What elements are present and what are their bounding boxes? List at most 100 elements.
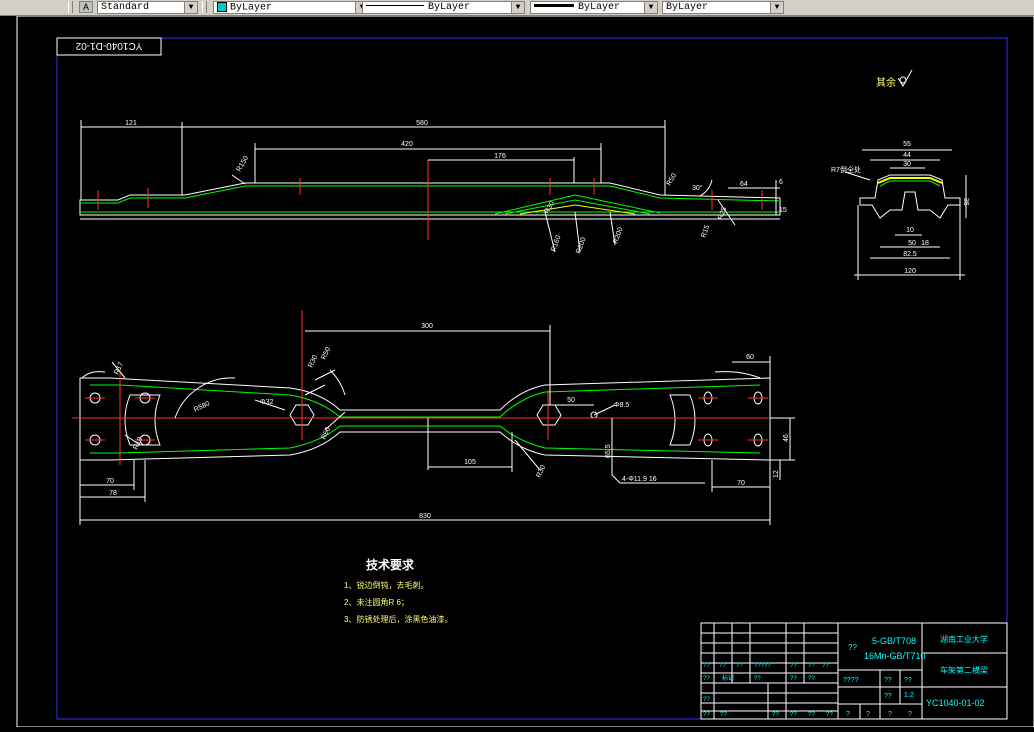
tb-cell: ?? — [826, 712, 833, 718]
dim-label: R30 — [307, 354, 319, 369]
dim-label: R150 — [236, 155, 250, 173]
tb-cell: ?? — [720, 712, 727, 718]
dim-label: 580 — [416, 120, 428, 127]
tech-req-item: 3、防锈处理后，涂黑色油漆。 — [344, 614, 452, 624]
tb-cell: ????? — [754, 663, 771, 669]
tb-cell: ?? — [772, 712, 779, 718]
lineweight-value: ByLayer — [578, 1, 621, 13]
layer-color-group: ByLayer ▼ — [200, 0, 369, 14]
tb-cell: ?? — [754, 676, 761, 682]
lineweight-combo[interactable]: ByLayer ▼ — [530, 0, 658, 14]
dim-label: 50 — [567, 397, 575, 404]
material-label: ?? — [848, 643, 857, 652]
tb-cell: ?? — [822, 663, 829, 669]
dim-label: 35 — [962, 198, 969, 206]
linetype-combo[interactable]: ByLayer ▼ — [362, 0, 525, 14]
dim-label: R17 — [113, 361, 125, 376]
tech-req-title: 技术要求 — [366, 557, 415, 572]
drawing-code-top: YC1040-D1-02 — [75, 40, 142, 51]
dim-label: 70 — [106, 478, 114, 485]
dim-label: 420 — [401, 141, 413, 148]
dim-label: 50 — [908, 240, 916, 247]
chevron-down-icon[interactable]: ▼ — [770, 1, 783, 13]
tb-cell: ???? — [843, 677, 859, 684]
dim-label: 44 — [903, 152, 911, 159]
inner-border — [56, 37, 1008, 720]
roughness-note: 其余 — [876, 76, 896, 89]
tb-cell: ?? — [703, 676, 710, 682]
dim-label: 830 — [419, 513, 431, 520]
tb-cell: ? — [866, 711, 870, 718]
dim-label: R7倒全处 — [831, 165, 861, 174]
toolbar-grip[interactable] — [202, 1, 207, 13]
dim-label: R60 — [320, 426, 332, 441]
dim-label: 176 — [494, 153, 506, 160]
color-value: ByLayer — [230, 2, 273, 14]
chevron-down-icon[interactable]: ▼ — [644, 1, 657, 13]
tb-cell: ?? — [703, 712, 710, 718]
tb-cell: ? — [908, 711, 912, 718]
dim-label: 10 — [906, 227, 914, 234]
dim-label: 12 — [773, 470, 780, 478]
tb-cell: ?? — [808, 676, 815, 682]
title-block-text: 5-GB/T708 16Mn-GB/T710 ?? 湖南工业大学 车架第二横梁 … — [703, 634, 988, 718]
tb-cell: ?? — [808, 712, 815, 718]
plotstyle-combo[interactable]: ByLayer ▼ — [662, 0, 784, 14]
drawing-svg: YC1040-D1-02 其余 121 580 420 176 30° 64 6… — [16, 15, 1034, 728]
dim-label: 82.5 — [903, 251, 917, 258]
section-view — [844, 149, 967, 280]
tb-cell: ?? — [790, 663, 797, 669]
dim-label: 55 — [903, 141, 911, 148]
dim-label: 121 — [125, 120, 137, 127]
dim-label: 70 — [737, 480, 745, 487]
section-view-dims: 55 44 30 10 18 50 82.5 120 35 R7倒全处 — [831, 141, 969, 275]
part-name: 车架第二横梁 — [940, 665, 988, 675]
dim-label: R50 — [320, 346, 332, 361]
material-line1: 5-GB/T708 — [872, 636, 916, 646]
chevron-down-icon[interactable]: ▼ — [184, 1, 197, 13]
school-name: 湖南工业大学 — [940, 634, 988, 644]
lineweight-sample-icon — [534, 4, 574, 8]
tb-cell: ? — [888, 711, 892, 718]
dim-label: 60 — [746, 354, 754, 361]
dim-label: 64 — [740, 181, 748, 188]
plotstyle-value: ByLayer — [666, 1, 709, 13]
tb-cell: ?? — [703, 663, 710, 669]
text-style-value: Standard — [101, 1, 150, 13]
side-view — [79, 120, 781, 253]
technical-requirements: 技术要求 1、锐边倒钝，去毛刺。 2、未注圆角R 6； 3、防锈处理后，涂黑色油… — [344, 557, 452, 624]
text-style-group: A Standard ▼ — [66, 0, 198, 14]
dim-label: 120 — [904, 268, 916, 275]
dim-label: R50 — [666, 172, 679, 187]
chevron-down-icon[interactable]: ▼ — [511, 1, 524, 13]
dim-label: 30 — [903, 161, 911, 168]
plotstyle-group: ByLayer ▼ — [662, 0, 784, 14]
dim-label: R160 — [550, 234, 562, 252]
lineweight-group: ByLayer ▼ — [530, 0, 658, 14]
color-combo[interactable]: ByLayer ▼ — [213, 0, 369, 14]
text-style-icon[interactable]: A — [79, 1, 93, 13]
text-style-combo[interactable]: Standard ▼ — [97, 0, 198, 14]
linetype-sample-icon — [366, 5, 424, 7]
dim-label: R200 — [612, 226, 624, 244]
toolbar-grip[interactable] — [68, 1, 73, 13]
dim-label: 30° — [692, 184, 703, 192]
tb-cell: ?? — [884, 693, 892, 700]
tb-cell: 标记 — [722, 674, 734, 682]
dim-label: R19 — [132, 436, 144, 451]
properties-toolbar: A Standard ▼ ByLayer ▼ ByLayer ▼ ByLayer… — [0, 0, 1034, 16]
dim-label: 78 — [109, 490, 117, 497]
tb-cell: ?? — [904, 677, 912, 684]
plan-view — [72, 310, 795, 525]
dim-label: 4-Φ11.9 16 — [622, 476, 657, 483]
dim-label: 15 — [779, 207, 787, 214]
plan-view-dims: 300 60 50 105 70 78 830 70 46 12 65.5 Φ3… — [106, 323, 790, 520]
tb-cell: ?? — [808, 663, 815, 669]
dim-label: R15 — [700, 224, 711, 239]
dim-label: 6 — [779, 179, 783, 186]
color-swatch-icon — [217, 1, 227, 12]
linetype-value: ByLayer — [428, 1, 471, 13]
drawing-canvas[interactable]: YC1040-D1-02 其余 121 580 420 176 30° 64 6… — [0, 15, 1034, 728]
material-line2: 16Mn-GB/T710 — [864, 651, 926, 661]
tb-cell: ? — [846, 711, 850, 718]
